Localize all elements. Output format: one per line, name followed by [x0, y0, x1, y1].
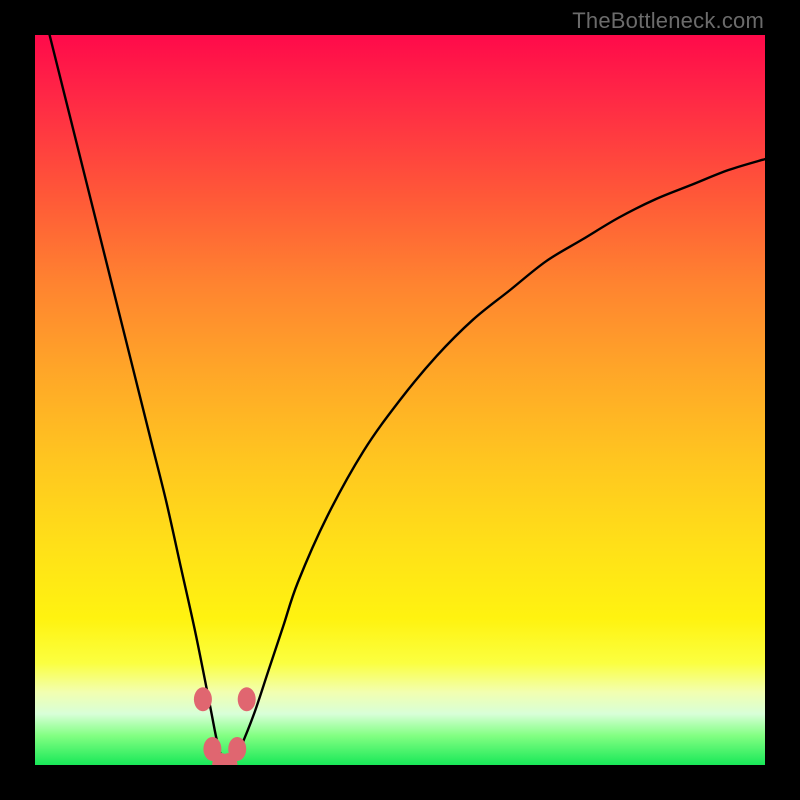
bottleneck-curve	[50, 35, 765, 765]
curve-marker	[238, 687, 256, 711]
watermark-text: TheBottleneck.com	[572, 8, 764, 34]
chart-frame: TheBottleneck.com	[0, 0, 800, 800]
curve-markers	[194, 687, 256, 765]
curve-layer	[35, 35, 765, 765]
plot-area	[35, 35, 765, 765]
curve-marker	[194, 687, 212, 711]
